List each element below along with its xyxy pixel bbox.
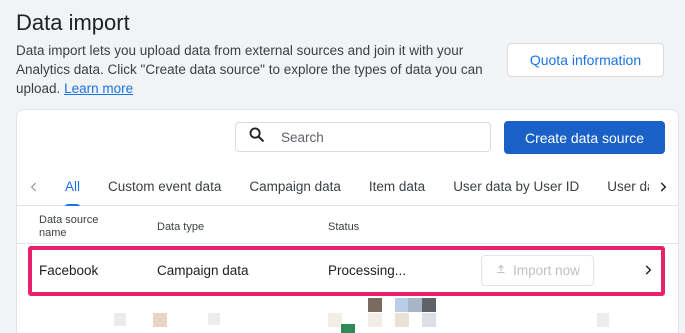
tab-item-data[interactable]: Item data (355, 170, 439, 206)
tab-user-data-by-user-id[interactable]: User data by User ID (439, 170, 593, 206)
column-header-name[interactable]: Data source name (39, 214, 119, 240)
page-description: Data import lets you upload data from ex… (16, 41, 486, 98)
import-now-button[interactable]: Import now (481, 255, 594, 286)
row-source-name[interactable]: Facebook (39, 263, 98, 278)
search-input[interactable] (281, 129, 471, 145)
tab-user-data-by-client-id[interactable]: User data by Client ID (593, 170, 649, 206)
column-header-status[interactable]: Status (328, 221, 359, 234)
tab-campaign-data[interactable]: Campaign data (235, 170, 355, 206)
table-divider (17, 243, 678, 244)
create-data-source-button[interactable]: Create data source (504, 121, 665, 154)
tab-bar: All Custom event data Campaign data Item da… (17, 170, 678, 206)
tab-custom-event-data[interactable]: Custom event data (94, 170, 235, 206)
data-sources-card: Create data source AllCustom event dataC… (16, 109, 679, 333)
page-title: Data import (16, 10, 130, 35)
search-box[interactable] (235, 122, 491, 152)
tabs-list: All Custom event data Campaign data Item da… (51, 170, 649, 206)
tab-all[interactable]: All (51, 170, 94, 206)
upload-icon (495, 263, 507, 278)
row-data-type: Campaign data (157, 263, 249, 278)
row-status: Processing... (328, 263, 407, 278)
obscured-content (17, 296, 678, 333)
chevron-right-icon[interactable] (639, 261, 657, 279)
import-now-label: Import now (513, 263, 580, 278)
learn-more-link[interactable]: Learn more (64, 81, 133, 96)
column-header-type[interactable]: Data type (157, 221, 204, 234)
quota-information-button[interactable]: Quota information (507, 43, 664, 77)
chevron-left-icon[interactable] (25, 178, 43, 196)
search-icon (248, 126, 265, 148)
chevron-right-icon[interactable] (654, 178, 672, 196)
